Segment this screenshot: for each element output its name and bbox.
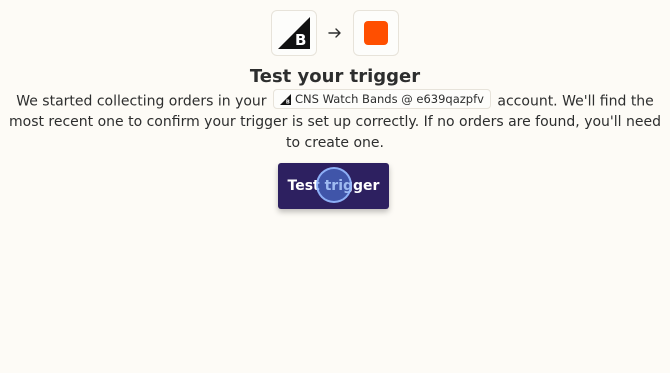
- source-app-icon-box: B: [271, 10, 317, 56]
- test-trigger-button[interactable]: Test trigger: [278, 163, 389, 209]
- app-connection-row: B: [0, 10, 670, 56]
- svg-text:B: B: [295, 31, 306, 49]
- bigcommerce-logo-icon: B: [278, 17, 310, 49]
- orange-square-icon: [364, 21, 388, 45]
- arrow-right-icon: [327, 25, 343, 41]
- svg-text:B: B: [286, 99, 290, 104]
- account-chip-label: CNS Watch Bands @ e639qazpfv: [295, 92, 484, 106]
- account-chip: B CNS Watch Bands @ e639qazpfv: [273, 89, 491, 109]
- target-app-icon-box: [353, 10, 399, 56]
- description-text-start: We started collecting orders in your: [16, 93, 272, 110]
- trigger-description: We started collecting orders in your B CN…: [8, 89, 662, 153]
- page-title: Test your trigger: [249, 66, 421, 87]
- bigcommerce-small-icon: B: [280, 93, 292, 105]
